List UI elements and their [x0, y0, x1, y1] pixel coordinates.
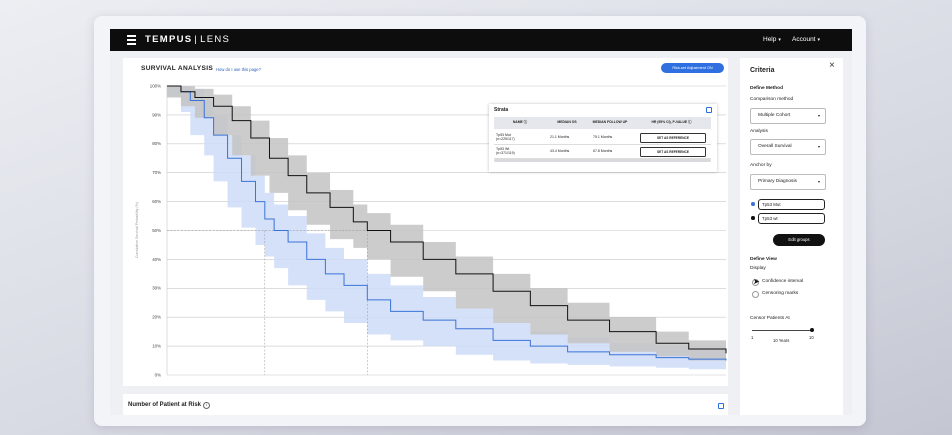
- comparison-method-value: Multiple Cohort: [758, 113, 791, 118]
- edit-groups-button[interactable]: Edit groups: [773, 234, 825, 246]
- copy-icon[interactable]: [706, 107, 712, 113]
- col-median-os: MEDIAN OS: [557, 120, 577, 125]
- chevron-down-icon: ▾: [817, 144, 820, 149]
- define-view-heading: Define View: [750, 257, 777, 262]
- chevron-down-icon: ▾: [817, 37, 821, 43]
- censor-slider-handle[interactable]: [810, 327, 814, 332]
- analysis-value: Overall Survival: [758, 144, 792, 149]
- slider-max: 10: [809, 335, 814, 340]
- group-chip-tp53-mut[interactable]: Tp53 Mut: [758, 199, 825, 210]
- slider-min: 1: [751, 335, 754, 340]
- y-tick-label: 100%: [150, 83, 161, 88]
- set-reference-button[interactable]: SET AS REFERENCE: [640, 133, 706, 143]
- row-count: (n=225/117): [496, 137, 515, 141]
- table-row: Tp53 Wt (n=371/119) 43.4 Months 67.8 Mon…: [494, 144, 711, 159]
- y-tick-label: 70%: [152, 170, 161, 175]
- chevron-down-icon: ▾: [778, 37, 781, 43]
- strata-header-row: NAME ⓘ MEDIAN OS MEDIAN FOLLOW UP HR (95…: [494, 117, 711, 129]
- y-axis-label: Cumulative Survival Probability (%): [135, 202, 139, 258]
- brand-logo: TEMPUS | LENS: [145, 34, 230, 45]
- y-tick-label: 0%: [155, 372, 161, 377]
- col-name: NAME ⓘ: [512, 120, 528, 125]
- group-color-dot: [751, 216, 755, 220]
- top-navigation-bar: TEMPUS | LENS Help ▾ Account ▾: [110, 29, 852, 51]
- row-median-fu: 75.1 Months: [593, 135, 613, 139]
- row-median-os: 43.4 Months: [550, 149, 570, 153]
- menu-icon[interactable]: [127, 35, 136, 45]
- mouse-cursor-icon: ➤: [753, 277, 760, 286]
- account-label: Account: [792, 36, 816, 43]
- brand-name: TEMPUS: [145, 34, 193, 45]
- censor-slider-track[interactable]: [752, 330, 813, 331]
- analysis-label: Analysis: [750, 129, 768, 134]
- chevron-down-icon: ▾: [817, 113, 820, 118]
- help-menu[interactable]: Help ▾: [763, 36, 781, 43]
- y-axis-ticks: 100% 90% 80% 70% 60% 50% 40% 30% 20% 10% 0%: [150, 83, 161, 377]
- chevron-down-icon: ▾: [817, 179, 820, 184]
- confidence-interval-label: Confidence interval: [762, 279, 804, 284]
- y-tick-label: 80%: [152, 141, 161, 146]
- slider-value-label: 10 Years: [773, 338, 790, 343]
- y-tick-label: 30%: [152, 286, 161, 291]
- anchor-label: Anchor by: [750, 163, 772, 168]
- row-name-cell: Tp53 Wt (n=371/119): [496, 144, 544, 158]
- brand-separator: |: [194, 34, 199, 45]
- horizontal-scrollbar[interactable]: [494, 159, 711, 162]
- define-method-heading: Define Method: [750, 86, 784, 91]
- display-label: Display: [750, 266, 766, 271]
- y-tick-label: 40%: [152, 257, 161, 262]
- y-tick-label: 10%: [152, 344, 161, 349]
- account-menu[interactable]: Account ▾: [792, 36, 820, 43]
- y-tick-label: 60%: [152, 199, 161, 204]
- app-screen: TEMPUS | LENS Help ▾ Account ▾ SURVIVAL ANAL…: [110, 29, 852, 415]
- comparison-method-label: Comparison method: [750, 97, 794, 102]
- strata-table: Strata NAME ⓘ MEDIAN OS MEDIAN FOLLOW UP…: [489, 104, 717, 172]
- patients-at-risk-title: Number of Patient at Risk i: [128, 402, 211, 409]
- criteria-sidebar: Criteria × Define Method Comparison meth…: [740, 58, 843, 415]
- help-label: Help: [763, 36, 777, 43]
- patients-at-risk-panel: Number of Patient at Risk i: [123, 394, 728, 415]
- censor-patients-label: Censor Patients At: [750, 316, 790, 321]
- col-median-follow-up: MEDIAN FOLLOW UP: [592, 120, 628, 125]
- copy-icon[interactable]: [718, 403, 724, 409]
- group-name: Tp53 Mut: [762, 202, 781, 207]
- row-median-os: 21.1 Months: [550, 135, 570, 139]
- patients-at-risk-label: Number of Patient at Risk: [128, 402, 202, 408]
- censoring-marks-label: Censoring marks: [762, 291, 799, 296]
- anchor-value: Primary Diagnosis: [758, 179, 797, 184]
- criteria-title: Criteria: [750, 67, 775, 74]
- row-count: (n=371/119): [496, 151, 515, 155]
- anchor-select[interactable]: Primary Diagnosis ▾: [750, 174, 826, 190]
- analysis-select[interactable]: Overall Survival ▾: [750, 139, 826, 155]
- col-hr-label: HR (95% CI), P-VALUE: [651, 120, 688, 125]
- row-median-fu: 67.8 Months: [593, 149, 613, 153]
- y-tick-label: 50%: [152, 228, 161, 233]
- survival-analysis-panel: SURVIVAL ANALYSIS How do I use this page…: [123, 58, 728, 386]
- comparison-method-select[interactable]: Multiple Cohort ▾: [750, 108, 826, 124]
- group-name: Tp53 wt: [762, 216, 778, 221]
- col-hr-pvalue: HR (95% CI), P-VALUE ⓘ: [651, 120, 692, 125]
- group-chip-tp53-wt[interactable]: Tp53 wt: [758, 213, 825, 224]
- col-name-label: NAME: [512, 120, 523, 125]
- group-color-dot: [751, 202, 755, 206]
- row-name-cell: Tp53 Mut (n=225/117): [496, 130, 544, 144]
- censoring-marks-checkbox[interactable]: [752, 291, 759, 298]
- info-icon[interactable]: i: [203, 402, 211, 409]
- y-tick-label: 90%: [152, 112, 161, 117]
- close-icon[interactable]: ×: [829, 60, 835, 71]
- brand-sub: LENS: [200, 34, 231, 45]
- set-reference-button[interactable]: SET AS REFERENCE: [640, 147, 706, 157]
- table-row: Tp53 Mut (n=225/117) 21.1 Months 75.1 Mo…: [494, 130, 711, 145]
- strata-title: Strata: [494, 107, 509, 113]
- y-tick-label: 20%: [152, 315, 161, 320]
